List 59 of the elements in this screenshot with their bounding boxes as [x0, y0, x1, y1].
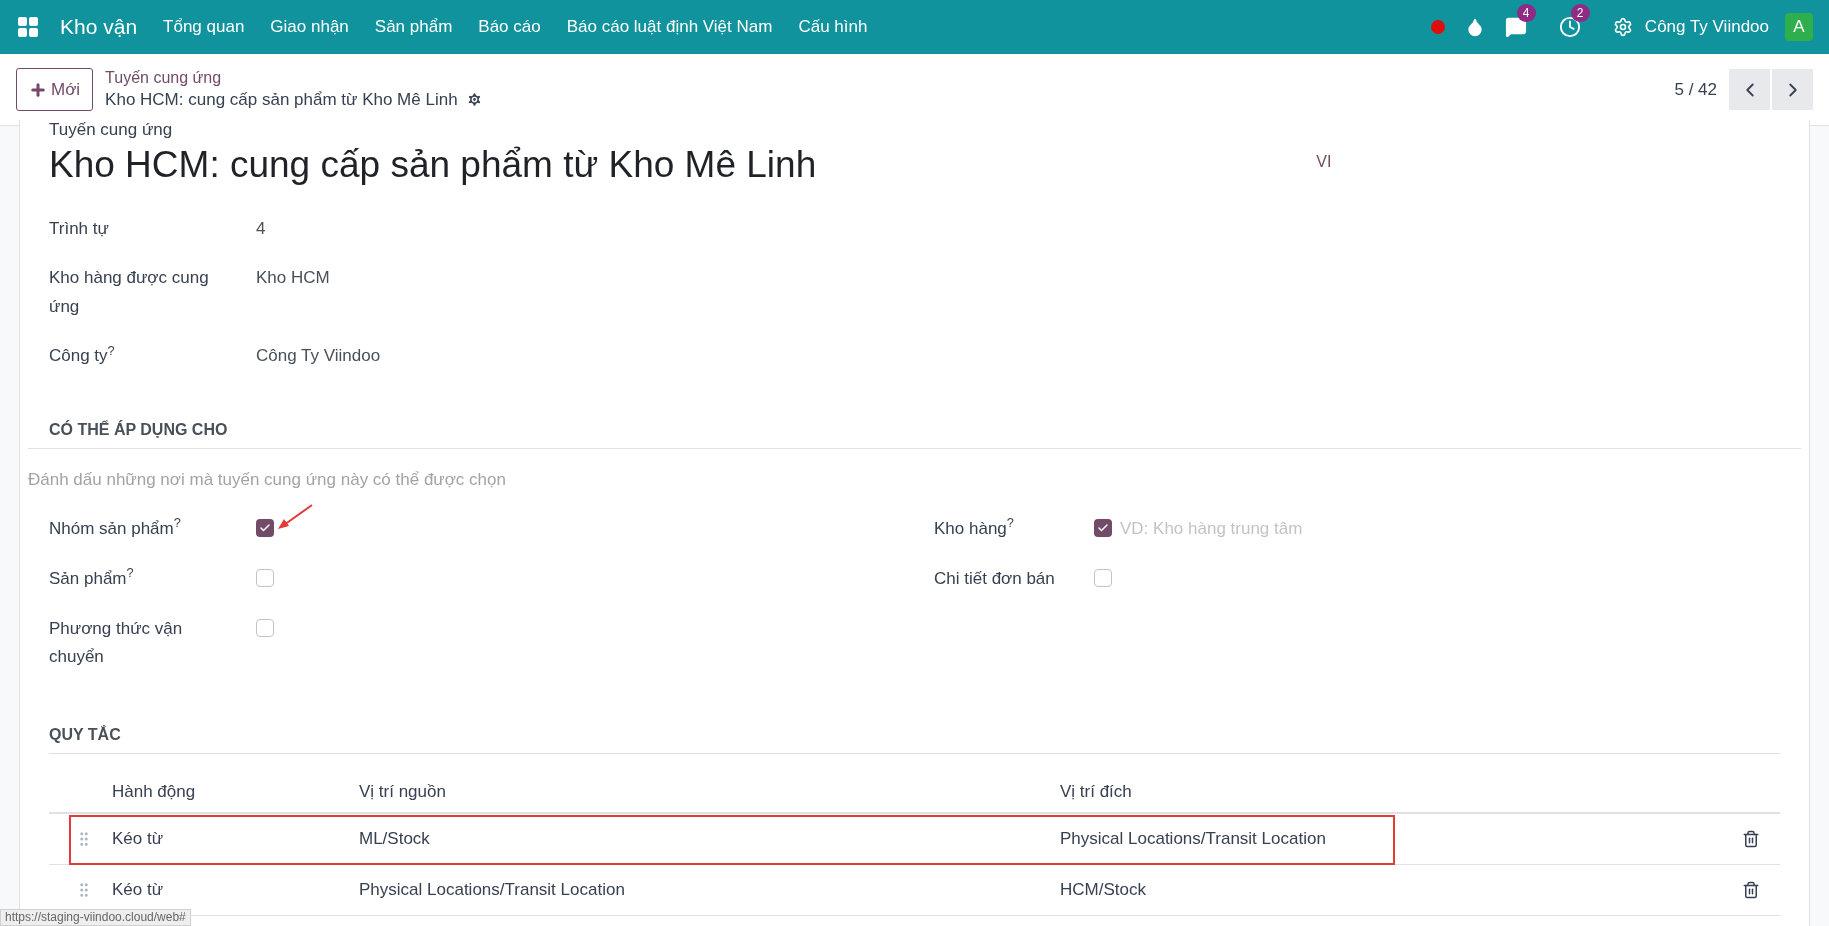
- title-label: Tuyến cung ứng: [49, 120, 174, 140]
- table-cell-text: Physical Locations/Transit Location: [1060, 827, 1327, 850]
- menu-item[interactable]: Cấu hình: [798, 14, 868, 40]
- section-title: QUY TẮC: [49, 725, 121, 743]
- table-cell-text: Kéo từ: [112, 827, 165, 850]
- checkbox[interactable]: [1094, 518, 1112, 537]
- message-count-badge: 4: [1516, 4, 1536, 22]
- column-header[interactable]: Hành động: [112, 778, 359, 805]
- table-cell-text: HCM/Stock: [1060, 878, 1147, 901]
- checkbox-label: Sản phẩm$^{?}$: [49, 564, 135, 590]
- gear-icon[interactable]: [465, 91, 483, 108]
- language-button[interactable]: VI: [1316, 150, 1332, 174]
- checkbox-label: Kho hàng$^{?}$: [934, 514, 1015, 540]
- hint-text: Đánh dấu những nơi mà tuyến cung ứng này có thể được chọn: [28, 469, 507, 491]
- menu-item[interactable]: Sản phẩm: [374, 14, 453, 40]
- record-title[interactable]: Kho HCM: cung cấp sản phẩm từ Kho Mê Linh: [49, 140, 817, 190]
- checkbox[interactable]: [256, 518, 274, 537]
- checkbox[interactable]: [256, 618, 274, 637]
- previous-button[interactable]: [1729, 69, 1770, 110]
- checkbox[interactable]: [256, 568, 274, 587]
- status-url-tooltip: https://staging-viindoo.cloud/web#: [0, 909, 191, 926]
- clock-icon[interactable]: [1558, 16, 1581, 38]
- delete-icon[interactable]: [1742, 829, 1760, 848]
- check-icon: [1097, 521, 1109, 534]
- plus-icon: [29, 80, 47, 99]
- table-cell-text: Physical Locations/Transit Location: [359, 878, 626, 901]
- settings-icon[interactable]: [1612, 17, 1633, 37]
- menu-item[interactable]: Tổng quan: [163, 14, 245, 40]
- chat-icon[interactable]: [1504, 16, 1527, 38]
- breadcrumb-current: Kho HCM: cung cấp sản phẩm từ Kho Mê Linh: [105, 88, 458, 111]
- column-header[interactable]: Vị trí đích: [1060, 778, 1132, 805]
- table-cell-text: ML/Stock: [359, 827, 431, 850]
- checkbox-label: Chi tiết đơn bán: [934, 567, 1056, 590]
- column-header[interactable]: Vị trí nguồn: [359, 778, 1060, 805]
- checkbox-label: Nhóm sản phẩm$^{?}$: [49, 514, 182, 540]
- field-value[interactable]: Kho HCM: [256, 263, 330, 292]
- activity-count-badge: 2: [1570, 4, 1590, 22]
- check-icon: [259, 521, 271, 534]
- company-switcher[interactable]: Công Ty Viindoo: [1644, 14, 1769, 40]
- section-title: CÓ THỂ ÁP DỤNG CHO: [49, 421, 228, 438]
- apps-menu-icon[interactable]: [16, 15, 40, 39]
- new-button[interactable]: Mới: [16, 68, 94, 111]
- field-label: Kho hàng được cung ứng: [49, 267, 210, 318]
- pager-value[interactable]: 5 / 42: [1674, 76, 1717, 103]
- checkbox[interactable]: [1094, 568, 1112, 587]
- delete-icon[interactable]: [1742, 880, 1760, 899]
- menu-item[interactable]: Báo cáo: [478, 14, 541, 40]
- field-label: Công ty$^{?}$: [49, 341, 116, 367]
- field-value[interactable]: 4: [256, 214, 266, 243]
- menu-item[interactable]: Báo cáo luật định Việt Nam: [566, 14, 773, 40]
- field-label: Trình tự: [49, 218, 110, 240]
- next-button[interactable]: [1772, 69, 1813, 110]
- breadcrumb-link[interactable]: Tuyến cung ứng: [105, 67, 483, 88]
- menu-item[interactable]: Giao nhận: [270, 14, 349, 40]
- app-name[interactable]: Kho vận: [60, 11, 138, 43]
- checkbox-label: Phương thức vận chuyển: [49, 617, 184, 668]
- field-value[interactable]: Công Ty Viindoo: [256, 341, 381, 370]
- warehouse-field[interactable]: VD: Kho hàng trung tâm: [1120, 514, 1420, 543]
- table-cell-text: Kéo từ: [112, 878, 165, 901]
